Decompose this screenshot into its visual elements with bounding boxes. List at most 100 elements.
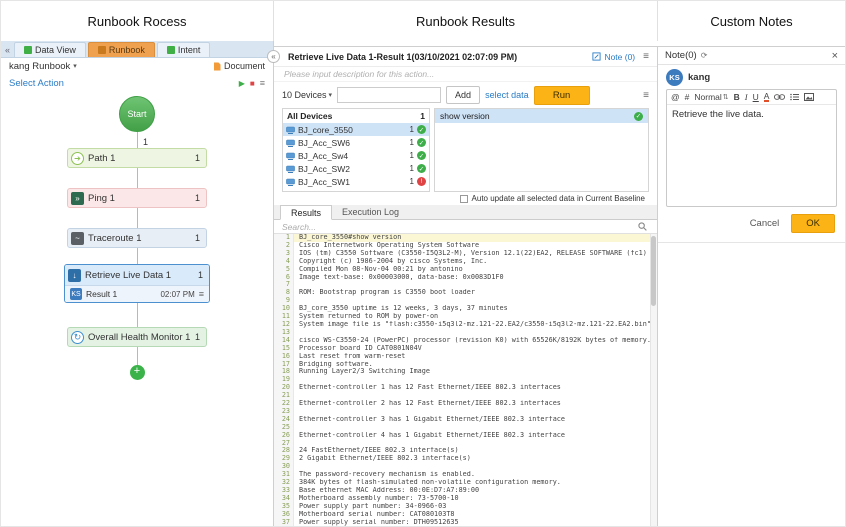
code-line: 2Cisco Internetwork Operating System Sof… (274, 242, 657, 250)
annotation-text: Runbook Results (416, 14, 515, 29)
line-text: BJ_core_3550 uptime is 12 weeks, 3 days,… (294, 305, 657, 313)
device-row[interactable]: BJ_Acc_Sw4 1 ✓ (283, 149, 429, 162)
tab-execution-log[interactable]: Execution Log (332, 204, 409, 219)
scrollbar-track[interactable] (650, 234, 657, 527)
device-icon (286, 126, 295, 134)
device-count: 1 (410, 138, 414, 147)
tab-data-view[interactable]: Data View (14, 42, 86, 57)
bold-button[interactable]: B (734, 92, 740, 102)
collapse-left-icon[interactable]: « (5, 45, 10, 55)
line-text: 384K bytes of flash-simulated non-volati… (294, 479, 657, 487)
collapse-results-icon[interactable]: « (267, 50, 280, 63)
style-select-label: Normal (694, 92, 721, 102)
line-text: Processor board ID CAT0801N04V (294, 345, 657, 353)
runbook-selector[interactable]: kang Runbook ▾ (9, 61, 77, 72)
line-text: System image file is "flash:c3550-i5q3l2… (294, 321, 657, 329)
link-icon[interactable] (774, 93, 785, 101)
line-text (294, 392, 657, 400)
tab-runbook[interactable]: Runbook (88, 42, 155, 57)
controls-menu-icon[interactable]: ≡ (643, 90, 649, 101)
select-action-link[interactable]: Select Action (9, 78, 64, 89)
description-row[interactable]: Please input description for this action… (274, 67, 657, 82)
code-line: 32384K bytes of flash-simulated non-vola… (274, 479, 657, 487)
branch-count-label: 1 (143, 137, 148, 147)
device-row[interactable]: BJ_Acc_SW1 1 ! (283, 175, 429, 188)
stop-runbook-icon[interactable]: ■ (250, 79, 255, 88)
text-color-button[interactable]: A (764, 92, 770, 102)
code-line: 8ROM: Bootstrap program is C3550 boot lo… (274, 289, 657, 297)
search-row (274, 220, 657, 234)
tab-label: Data View (35, 45, 76, 55)
device-input[interactable] (337, 87, 441, 103)
devices-dropdown[interactable]: 10 Devices ▾ (282, 90, 332, 100)
flow-node-label: Path 1 (88, 153, 191, 164)
line-text (294, 297, 657, 305)
italic-button[interactable]: I (745, 92, 748, 102)
run-runbook-icon[interactable]: ▶ (239, 79, 245, 88)
code-line: 16Last reset from warm-reset (274, 353, 657, 361)
device-list-header: All Devices 1 (283, 109, 429, 123)
flow-node-retrieve-live-data[interactable]: ↓ Retrieve Live Data 1 1 KS Result 1 02:… (64, 264, 210, 303)
refresh-icon[interactable]: ⟳ (701, 51, 708, 60)
results-menu-icon[interactable]: ≡ (643, 51, 649, 62)
scrollbar-thumb[interactable] (651, 236, 656, 306)
flow-node-retrieve-header[interactable]: ↓ Retrieve Live Data 1 1 (65, 265, 209, 285)
note-link[interactable]: Note (0) (592, 52, 635, 62)
runbook-menu-icon[interactable]: ≡ (260, 78, 265, 88)
code-line: 9 (274, 297, 657, 305)
bullet-list-icon[interactable] (790, 93, 799, 101)
flow-start-node[interactable]: Start (119, 96, 155, 132)
device-name: BJ_Acc_Sw4 (298, 151, 407, 161)
line-text: 2 Gigabit Ethernet/IEEE 802.3 interface(… (294, 455, 657, 463)
tab-results[interactable]: Results (280, 205, 332, 220)
device-row[interactable]: BJ_Acc_SW6 1 ✓ (283, 136, 429, 149)
run-button[interactable]: Run (534, 86, 590, 105)
note-editor: @ # Normal ⇅ B I U A Retrieve the live d… (666, 89, 837, 207)
document-button[interactable]: Document (213, 61, 265, 71)
note-link-label: Note (0) (604, 52, 635, 62)
line-text: System returned to ROM by power-on (294, 313, 657, 321)
underline-button[interactable]: U (753, 92, 759, 102)
flow-node-count: 1 (195, 193, 200, 203)
tab-intent[interactable]: Intent (157, 42, 211, 57)
flow-node-label: Overall Health Monitor 1 (88, 332, 191, 343)
code-line: 26Ethernet-controller 4 has 1 Gigabit Et… (274, 432, 657, 440)
style-select[interactable]: Normal ⇅ (694, 92, 728, 102)
mention-icon[interactable]: @ (671, 92, 680, 102)
auto-update-checkbox[interactable] (460, 195, 468, 203)
code-line: 11System returned to ROM by power-on (274, 313, 657, 321)
hashtag-icon[interactable]: # (685, 92, 690, 102)
add-step-button[interactable]: + (130, 365, 145, 380)
command-row[interactable]: show version ✓ (435, 109, 648, 123)
cancel-button[interactable]: Cancel (750, 218, 780, 229)
select-data-link[interactable]: select data (485, 90, 529, 100)
search-icon[interactable] (638, 222, 647, 231)
ok-button[interactable]: OK (791, 214, 835, 233)
annotation-runbook-process: Runbook Rocess (1, 1, 274, 41)
flow-node-traceroute[interactable]: ~ Traceroute 1 1 (67, 228, 207, 248)
result-menu-icon[interactable]: ≡ (199, 289, 204, 299)
flow-node-overall-health-monitor[interactable]: ↻ Overall Health Monitor 1 1 (67, 327, 207, 347)
close-icon[interactable]: × (832, 50, 838, 62)
flow-node-path[interactable]: ➔ Path 1 1 (67, 148, 207, 168)
device-row[interactable]: BJ_core_3550 1 ✓ (283, 123, 429, 136)
device-row[interactable]: BJ_Acc_SW2 1 ✓ (283, 162, 429, 175)
result-time: 02:07 PM (160, 290, 194, 299)
code-line: 34Motherboard assembly number: 73-5700-1… (274, 495, 657, 503)
search-input[interactable] (282, 222, 632, 232)
line-text: Last reset from warm-reset (294, 353, 657, 361)
flow-node-ping[interactable]: » Ping 1 1 (67, 188, 207, 208)
code-line: 5Compiled Mon 08-Nov-04 00:21 by antonin… (274, 266, 657, 274)
note-author-row: KS kang (658, 65, 845, 89)
line-text: ROM: Bootstrap program is C3550 boot loa… (294, 289, 657, 297)
result-row[interactable]: KS Result 1 02:07 PM ≡ (65, 285, 209, 302)
tab-label: Intent (178, 45, 201, 55)
line-number: 37 (274, 519, 294, 527)
line-text (294, 463, 657, 471)
results-header: « Retrieve Live Data 1-Result 1(03/10/20… (274, 47, 657, 67)
device-list-count: 1 (420, 111, 425, 121)
note-text-area[interactable]: Retrieve the live data. (667, 105, 836, 206)
image-icon[interactable] (804, 93, 814, 101)
add-button[interactable]: Add (446, 86, 480, 104)
avatar: KS (666, 69, 683, 86)
